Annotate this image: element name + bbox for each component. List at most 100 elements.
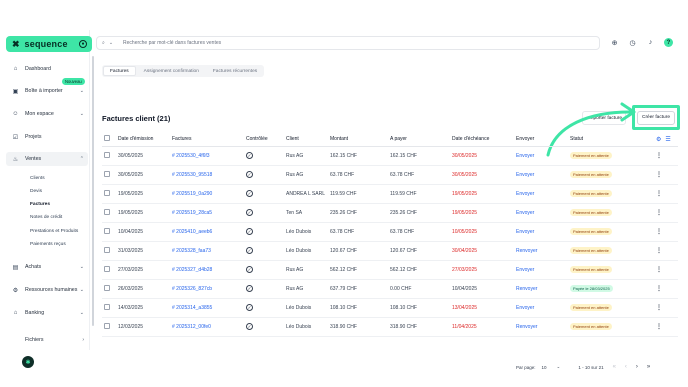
sidebar-sub-prestations[interactable]: Prestations et Produits bbox=[30, 229, 78, 234]
send-link[interactable]: Envoyer bbox=[514, 260, 568, 280]
row-checkbox[interactable] bbox=[104, 246, 110, 253]
sidebar-item-mon-espace[interactable]: ☺ Mon espace ⌄ bbox=[6, 107, 88, 121]
row-checkbox[interactable] bbox=[104, 265, 110, 272]
create-invoice-button[interactable]: Créer facture bbox=[637, 110, 675, 125]
col-header[interactable]: Envoyer bbox=[514, 133, 568, 147]
next-page-icon[interactable]: › bbox=[636, 364, 638, 370]
row-checkbox[interactable] bbox=[104, 170, 110, 177]
search-input[interactable]: Recherche par mot-clé dans factures vent… bbox=[123, 40, 221, 46]
sidebar-item-projets[interactable]: ☑ Projets bbox=[6, 130, 88, 144]
invoice-number-link[interactable]: # 2025530_95518 bbox=[170, 165, 244, 185]
row-checkbox[interactable] bbox=[104, 208, 110, 215]
col-header[interactable]: A payer bbox=[388, 133, 450, 147]
brand-logo[interactable]: ✖ sequence ● bbox=[6, 36, 92, 52]
prev-page-icon[interactable]: ‹ bbox=[625, 364, 627, 370]
send-link[interactable]: Renvoyer bbox=[514, 317, 568, 337]
invoice-number-link[interactable]: # 2025328_faa73 bbox=[170, 241, 244, 261]
last-page-icon[interactable]: » bbox=[647, 364, 650, 370]
tab-assignement[interactable]: Assignement confirmation bbox=[138, 66, 205, 76]
tab-recurrentes[interactable]: Factures récurrentes bbox=[207, 66, 263, 76]
send-link[interactable]: Envoyer bbox=[514, 184, 568, 204]
tab-factures[interactable]: Factures bbox=[103, 66, 136, 76]
sidebar-sub-notes-credit[interactable]: Notes de crédit bbox=[30, 215, 62, 220]
sidebar-item-boite[interactable]: ▣ Boîte à importer ⌄ bbox=[6, 84, 88, 98]
table-row[interactable]: 30/05/2025 # 2025530_4f6f3 ✓ Rus AG 162.15 C… bbox=[102, 146, 678, 166]
send-link[interactable]: Renvoyer bbox=[514, 279, 568, 299]
more-actions-icon[interactable]: ⋮ bbox=[656, 324, 662, 330]
col-header[interactable]: Montant bbox=[328, 133, 388, 147]
clock-icon[interactable]: ◷ bbox=[628, 38, 637, 47]
table-row[interactable]: 30/05/2025 # 2025530_95518 ✓ Rus AG 63.78 CH… bbox=[102, 165, 678, 185]
sidebar-item-dashboard[interactable]: ⌂ Dashboard bbox=[6, 62, 88, 76]
invoice-number-link[interactable]: # 2025519_28ca5 bbox=[170, 203, 244, 223]
chat-support-icon[interactable]: ✱ bbox=[22, 356, 34, 368]
send-link[interactable]: Envoyer bbox=[514, 298, 568, 318]
more-actions-icon[interactable]: ⋮ bbox=[656, 229, 662, 235]
more-actions-icon[interactable]: ⋮ bbox=[656, 172, 662, 178]
row-checkbox[interactable] bbox=[104, 322, 110, 329]
col-header[interactable]: Statut bbox=[568, 133, 654, 147]
invoice-number-link[interactable]: # 2025312_00fe0 bbox=[170, 317, 244, 337]
add-icon[interactable]: ⊕ bbox=[610, 38, 619, 47]
sidebar-item-rh[interactable]: ⚙ Ressources humaines ⌄ bbox=[6, 283, 88, 297]
per-page-select[interactable]: 10 ⌄ bbox=[542, 364, 561, 370]
select-all-checkbox[interactable] bbox=[104, 135, 110, 142]
sidebar-scrollbar[interactable] bbox=[92, 56, 94, 326]
row-checkbox[interactable] bbox=[104, 284, 110, 291]
sidebar-sub-factures[interactable]: Factures bbox=[30, 202, 50, 207]
bell-icon[interactable]: ♪ bbox=[646, 38, 655, 47]
table-row[interactable]: 31/03/2025 # 2025328_faa73 ✓ Léo Dubois 120.… bbox=[102, 241, 678, 261]
sidebar-sub-paiements[interactable]: Paiements reçus bbox=[30, 242, 66, 247]
row-checkbox[interactable] bbox=[104, 227, 110, 234]
sidebar-item-ventes[interactable]: ♨ Ventes ⌃ bbox=[6, 152, 88, 166]
invoice-number-link[interactable]: # 2025327_d4b28 bbox=[170, 260, 244, 280]
more-actions-icon[interactable]: ⋮ bbox=[656, 210, 662, 216]
table-row[interactable]: 26/03/2025 # 2025326_827cb ✓ Rus AG 637.79 C… bbox=[102, 279, 678, 299]
search-bar[interactable]: ⌕ ⌄ Recherche par mot-clé dans factures … bbox=[96, 36, 600, 50]
more-actions-icon[interactable]: ⋮ bbox=[656, 305, 662, 311]
row-checkbox[interactable] bbox=[104, 303, 110, 310]
sidebar-item-achats[interactable]: ▤ Achats ⌄ bbox=[6, 260, 88, 274]
sidebar-item-fichiers[interactable]: Fichiers › bbox=[6, 333, 88, 347]
invoice-number-link[interactable]: # 2025326_827cb bbox=[170, 279, 244, 299]
sidebar-sub-devis[interactable]: Devis bbox=[30, 189, 42, 194]
send-link[interactable]: Envoyer bbox=[514, 146, 568, 166]
send-link[interactable]: Envoyer bbox=[514, 222, 568, 242]
table-row[interactable]: 10/04/2025 # 2025410_aeeb6 ✓ Léo Dubois 63.7… bbox=[102, 222, 678, 242]
table-row[interactable]: 14/03/2025 # 2025314_a3855 ✓ Léo Dubois 108.… bbox=[102, 298, 678, 318]
settings-icon[interactable]: ⚙ bbox=[656, 136, 661, 143]
invoice-number-link[interactable]: # 2025530_4f6f3 bbox=[170, 146, 244, 166]
sidebar-item-banking[interactable]: ⌂ Banking ⌄ bbox=[6, 306, 88, 320]
issue-date: 27/03/2025 bbox=[116, 260, 170, 280]
send-link[interactable]: Envoyer bbox=[514, 165, 568, 185]
row-checkbox[interactable] bbox=[104, 189, 110, 196]
col-header[interactable]: Date d'échéance bbox=[450, 133, 514, 147]
table-row[interactable]: 12/03/2025 # 2025312_00fe0 ✓ Léo Dubois 318.… bbox=[102, 317, 678, 337]
more-actions-icon[interactable]: ⋮ bbox=[656, 248, 662, 254]
help-icon[interactable]: ? bbox=[664, 38, 673, 47]
sidebar-sub-clients[interactable]: Clients bbox=[30, 176, 45, 181]
more-actions-icon[interactable]: ⋮ bbox=[656, 153, 662, 159]
table-header-row: Date d'émission Factures Contrôlée Clien… bbox=[102, 133, 678, 147]
col-header[interactable]: Date d'émission bbox=[116, 133, 170, 147]
row-select-cell bbox=[102, 241, 116, 261]
row-checkbox[interactable] bbox=[104, 151, 110, 158]
more-actions-icon[interactable]: ⋮ bbox=[656, 191, 662, 197]
col-header[interactable]: Factures bbox=[170, 133, 244, 147]
col-header[interactable]: Client bbox=[284, 133, 328, 147]
import-invoice-button[interactable]: Importer facture bbox=[582, 111, 626, 125]
table-row[interactable]: 19/05/2025 # 2025519_28ca5 ✓ Ten SA 235.26 C… bbox=[102, 203, 678, 223]
send-link[interactable]: Envoyer bbox=[514, 203, 568, 223]
invoice-number-link[interactable]: # 2025519_0a290 bbox=[170, 184, 244, 204]
sliders-icon[interactable]: ☰ bbox=[665, 136, 670, 143]
col-header[interactable]: Contrôlée bbox=[244, 133, 284, 147]
invoice-number-link[interactable]: # 2025410_aeeb6 bbox=[170, 222, 244, 242]
table-row[interactable]: 27/03/2025 # 2025327_d4b28 ✓ Rus AG 562.12 C… bbox=[102, 260, 678, 280]
invoice-number-link[interactable]: # 2025314_a3855 bbox=[170, 298, 244, 318]
more-actions-icon[interactable]: ⋮ bbox=[656, 286, 662, 292]
first-page-icon[interactable]: « bbox=[613, 364, 616, 370]
chevron-down-icon[interactable]: ⌄ bbox=[109, 40, 113, 46]
more-actions-icon[interactable]: ⋮ bbox=[656, 267, 662, 273]
send-link[interactable]: Renvoyer bbox=[514, 241, 568, 261]
table-row[interactable]: 19/05/2025 # 2025519_0a290 ✓ ANDREA L SARL 1… bbox=[102, 184, 678, 204]
